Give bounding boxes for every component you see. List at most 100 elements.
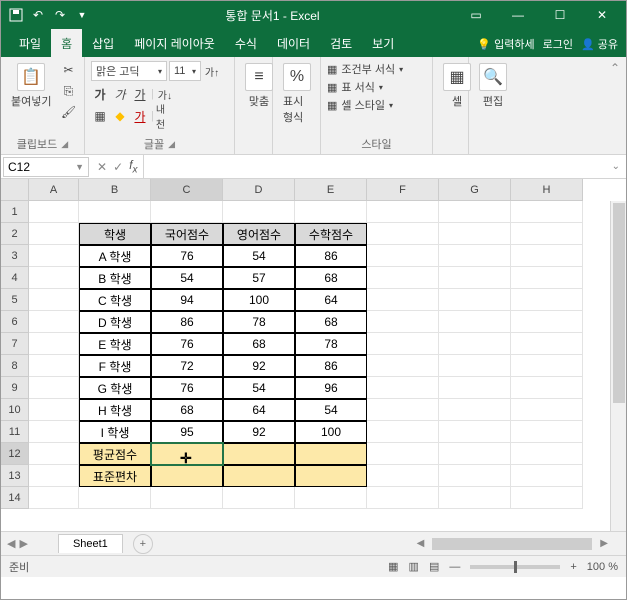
summary-cell[interactable] bbox=[151, 465, 223, 487]
col-header[interactable]: B bbox=[79, 179, 151, 201]
enter-formula-icon[interactable]: ✓ bbox=[113, 160, 123, 174]
cell[interactable] bbox=[511, 399, 583, 421]
alignment-button[interactable]: ≡맞춤 bbox=[241, 61, 277, 111]
col-header[interactable]: E bbox=[295, 179, 367, 201]
col-header[interactable]: D bbox=[223, 179, 295, 201]
cell[interactable] bbox=[29, 311, 79, 333]
cell[interactable] bbox=[511, 377, 583, 399]
table-cell[interactable]: B 학생 bbox=[79, 267, 151, 289]
copy-icon[interactable]: ⎘ bbox=[59, 82, 77, 100]
cell[interactable] bbox=[439, 311, 511, 333]
cell[interactable] bbox=[29, 355, 79, 377]
number-format-button[interactable]: %표시 형식 bbox=[279, 61, 315, 127]
cell[interactable] bbox=[511, 289, 583, 311]
row-header[interactable]: 14 bbox=[1, 487, 29, 509]
font-name-select[interactable]: 맑은 고딕▾ bbox=[91, 61, 167, 81]
table-cell[interactable]: 57 bbox=[223, 267, 295, 289]
tab-insert[interactable]: 삽입 bbox=[82, 29, 124, 57]
collapse-ribbon-icon[interactable]: ⌃ bbox=[604, 57, 626, 154]
cell[interactable] bbox=[151, 487, 223, 509]
cell[interactable] bbox=[511, 443, 583, 465]
cell[interactable] bbox=[367, 377, 439, 399]
cell[interactable] bbox=[79, 487, 151, 509]
vertical-scrollbar[interactable] bbox=[610, 201, 626, 531]
table-format-button[interactable]: ▦표 서식▾ bbox=[327, 79, 403, 95]
cell[interactable] bbox=[295, 487, 367, 509]
table-cell[interactable]: F 학생 bbox=[79, 355, 151, 377]
redo-icon[interactable]: ↷ bbox=[53, 8, 67, 22]
table-cell[interactable]: 68 bbox=[151, 399, 223, 421]
cell[interactable] bbox=[367, 355, 439, 377]
table-header[interactable]: 국어점수 bbox=[151, 223, 223, 245]
cell[interactable] bbox=[29, 443, 79, 465]
italic-button[interactable]: 가 bbox=[111, 85, 129, 103]
table-cell[interactable]: G 학생 bbox=[79, 377, 151, 399]
cell[interactable] bbox=[367, 333, 439, 355]
page-break-view-icon[interactable]: ▤ bbox=[429, 560, 439, 573]
tab-formulas[interactable]: 수식 bbox=[225, 29, 267, 57]
cell[interactable] bbox=[439, 333, 511, 355]
cell[interactable] bbox=[439, 245, 511, 267]
close-button[interactable]: ✕ bbox=[582, 1, 622, 29]
summary-cell[interactable]: 표준편차 bbox=[79, 465, 151, 487]
table-cell[interactable]: 86 bbox=[151, 311, 223, 333]
table-cell[interactable]: 92 bbox=[223, 355, 295, 377]
minimize-button[interactable]: — bbox=[498, 1, 538, 29]
cell[interactable] bbox=[439, 443, 511, 465]
zoom-level[interactable]: 100 % bbox=[587, 561, 618, 573]
cell[interactable] bbox=[439, 267, 511, 289]
font-dialog-icon[interactable]: ◢ bbox=[168, 139, 175, 150]
table-cell[interactable]: 64 bbox=[295, 289, 367, 311]
tab-view[interactable]: 보기 bbox=[362, 29, 404, 57]
font-size-select[interactable]: 11▾ bbox=[169, 61, 201, 81]
table-cell[interactable]: E 학생 bbox=[79, 333, 151, 355]
login-link[interactable]: 로그인 bbox=[543, 36, 573, 52]
table-cell[interactable]: H 학생 bbox=[79, 399, 151, 421]
save-icon[interactable] bbox=[9, 8, 23, 22]
conditional-format-button[interactable]: ▦조건부 서식▾ bbox=[327, 61, 403, 77]
fill-color-icon[interactable]: ◆ bbox=[111, 107, 129, 125]
cell[interactable] bbox=[511, 333, 583, 355]
normal-view-icon[interactable]: ▦ bbox=[388, 560, 398, 573]
table-cell[interactable]: 76 bbox=[151, 333, 223, 355]
table-cell[interactable]: 54 bbox=[223, 245, 295, 267]
paste-button[interactable]: 📋 붙여넣기 bbox=[7, 61, 55, 111]
zoom-out-button[interactable]: — bbox=[449, 561, 460, 573]
table-cell[interactable]: 92 bbox=[223, 421, 295, 443]
row-header[interactable]: 8 bbox=[1, 355, 29, 377]
row-header[interactable]: 3 bbox=[1, 245, 29, 267]
col-header[interactable]: H bbox=[511, 179, 583, 201]
table-cell[interactable]: 72 bbox=[151, 355, 223, 377]
add-sheet-button[interactable]: + bbox=[133, 534, 153, 554]
cell[interactable] bbox=[439, 399, 511, 421]
cell[interactable] bbox=[29, 421, 79, 443]
cell[interactable] bbox=[29, 465, 79, 487]
clipboard-dialog-icon[interactable]: ◢ bbox=[61, 139, 68, 150]
cell-styles-button[interactable]: ▦셀 스타일▾ bbox=[327, 97, 403, 113]
table-cell[interactable]: 68 bbox=[295, 267, 367, 289]
row-header[interactable]: 9 bbox=[1, 377, 29, 399]
zoom-slider[interactable] bbox=[470, 565, 560, 569]
row-header[interactable]: 11 bbox=[1, 421, 29, 443]
horizontal-scrollbar[interactable] bbox=[432, 538, 592, 550]
table-cell[interactable]: D 학생 bbox=[79, 311, 151, 333]
tab-layout[interactable]: 페이지 레이아웃 bbox=[124, 29, 225, 57]
summary-cell[interactable]: ✛ bbox=[151, 443, 223, 465]
row-header[interactable]: 1 bbox=[1, 201, 29, 223]
cell[interactable] bbox=[29, 333, 79, 355]
cell[interactable] bbox=[29, 245, 79, 267]
cell[interactable] bbox=[29, 487, 79, 509]
font-color-icon[interactable]: 가 bbox=[131, 107, 149, 125]
col-header[interactable]: G bbox=[439, 179, 511, 201]
table-cell[interactable]: 76 bbox=[151, 245, 223, 267]
cell[interactable] bbox=[511, 201, 583, 223]
zoom-in-button[interactable]: + bbox=[570, 561, 576, 573]
expand-formula-icon[interactable]: ⌄ bbox=[606, 161, 626, 172]
col-header[interactable]: F bbox=[367, 179, 439, 201]
tab-home[interactable]: 홈 bbox=[51, 29, 82, 57]
table-cell[interactable]: 86 bbox=[295, 355, 367, 377]
hscroll-right-icon[interactable]: ▶ bbox=[600, 538, 608, 549]
cell[interactable] bbox=[439, 201, 511, 223]
hscroll-left-icon[interactable]: ◀ bbox=[417, 538, 425, 549]
table-cell[interactable]: 95 bbox=[151, 421, 223, 443]
